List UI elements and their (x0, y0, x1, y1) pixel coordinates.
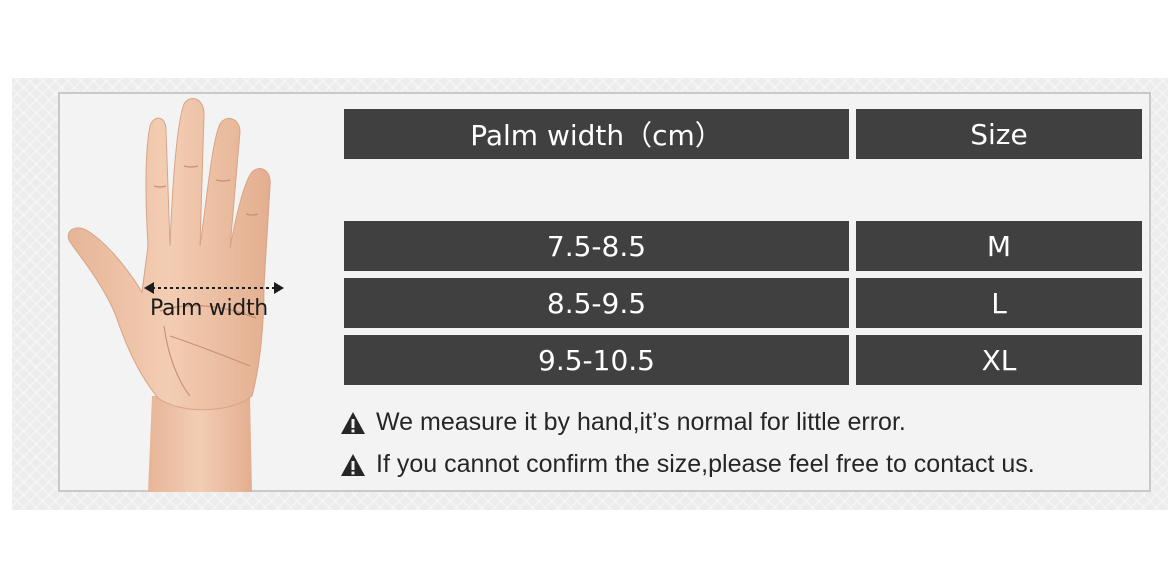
table-cell-size: L (856, 278, 1142, 328)
header-size: Size (856, 109, 1142, 159)
hand-icon (67, 98, 284, 492)
note-text: If you cannot confirm the size,please fe… (376, 450, 1035, 478)
table-cell-range: 9.5-10.5 (344, 335, 849, 385)
table-cell-range: 8.5-9.5 (344, 278, 849, 328)
table-cell-size: XL (856, 335, 1142, 385)
palm-width-label: Palm width (150, 296, 268, 321)
note-measurement-error: We measure it by hand,it’s normal for li… (340, 408, 906, 437)
note-contact-us: If you cannot confirm the size,please fe… (340, 450, 1035, 479)
header-palm-width: Palm width（cm） (344, 109, 849, 159)
table-cell-range: 7.5-8.5 (344, 221, 849, 271)
note-text: We measure it by hand,it’s normal for li… (376, 408, 906, 436)
warning-icon (341, 453, 365, 476)
table-cell-size: M (856, 221, 1142, 271)
warning-icon (341, 411, 365, 434)
